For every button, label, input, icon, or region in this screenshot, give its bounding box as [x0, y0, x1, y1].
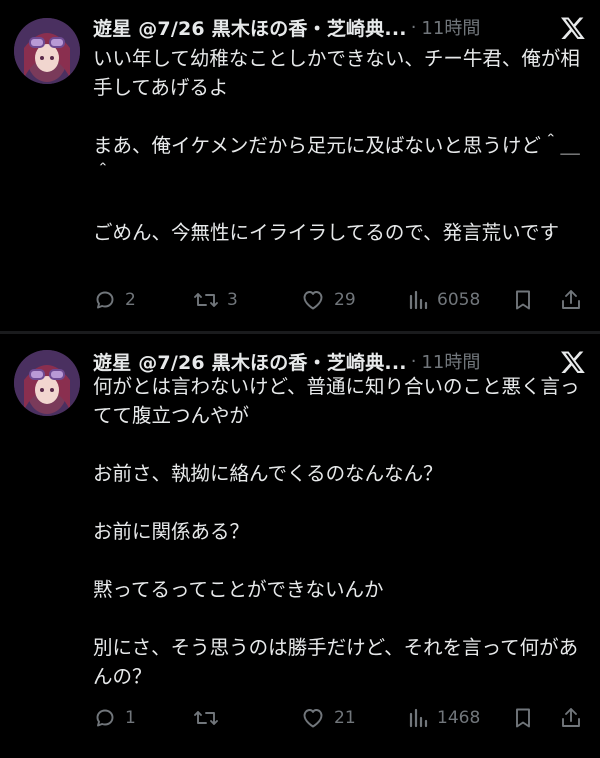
tweet-actions: 1 21 1468 — [93, 703, 584, 733]
bookmark-icon — [516, 708, 530, 728]
retweet-count: 3 — [227, 290, 238, 310]
share-button[interactable] — [559, 285, 583, 315]
author-name[interactable]: 遊星 @7/26 黒木ほの香・芝崎典... — [93, 14, 407, 41]
reply-button[interactable]: 2 — [93, 285, 136, 315]
avatar[interactable] — [14, 350, 80, 416]
views-chart-icon — [409, 290, 428, 310]
bookmark-button[interactable] — [511, 285, 535, 315]
avatar[interactable] — [14, 18, 80, 84]
reply-button[interactable]: 1 — [93, 703, 136, 733]
reply-count: 2 — [125, 290, 136, 310]
tweet[interactable]: 遊星 @7/26 黒木ほの香・芝崎典... · 11時間 いい年して幼稚なことし… — [0, 0, 600, 332]
retweet-button[interactable]: 3 — [193, 285, 238, 315]
tweet-text: 何がとは言わないけど、普通に知り合いのこと悪く言ってて腹立つんやが お前さ、執拗… — [93, 375, 580, 688]
timestamp[interactable]: 11時間 — [421, 348, 480, 374]
reply-count: 1 — [125, 708, 136, 728]
tweet-header: 遊星 @7/26 黒木ほの香・芝崎典... · 11時間 — [93, 12, 586, 42]
views-button[interactable]: 1468 — [407, 703, 480, 733]
like-count: 21 — [334, 708, 356, 728]
like-button[interactable]: 21 — [300, 703, 356, 733]
share-button[interactable] — [559, 703, 583, 733]
reply-icon — [96, 291, 114, 309]
share-icon — [562, 290, 580, 309]
bookmark-icon — [516, 290, 530, 310]
tweet[interactable]: 遊星 @7/26 黒木ほの香・芝崎典... · 11時間 何がとは言わないけど、… — [0, 334, 600, 758]
tweet-actions: 2 3 29 6058 — [93, 285, 584, 315]
author-name[interactable]: 遊星 @7/26 黒木ほの香・芝崎典... — [93, 348, 407, 375]
share-icon — [562, 708, 580, 727]
views-chart-icon — [409, 708, 428, 728]
view-count: 1468 — [437, 708, 481, 728]
views-button[interactable]: 6058 — [407, 285, 480, 315]
retweet-icon — [194, 711, 218, 725]
x-logo-icon — [560, 15, 586, 41]
view-count: 6058 — [437, 290, 481, 310]
timestamp[interactable]: 11時間 — [421, 14, 480, 40]
retweet-button[interactable] — [193, 703, 227, 733]
like-count: 29 — [334, 290, 356, 310]
heart-icon — [303, 709, 323, 728]
tweet-text: いい年して幼稚なことしかできない、チー牛君、俺が相手してあげるよ まあ、俺イケメ… — [93, 47, 580, 244]
bookmark-button[interactable] — [511, 703, 535, 733]
retweet-icon — [194, 293, 218, 307]
reply-icon — [96, 709, 114, 727]
heart-icon — [303, 291, 323, 310]
separator-dot: · — [410, 350, 417, 372]
like-button[interactable]: 29 — [300, 285, 356, 315]
separator-dot: · — [410, 16, 417, 38]
